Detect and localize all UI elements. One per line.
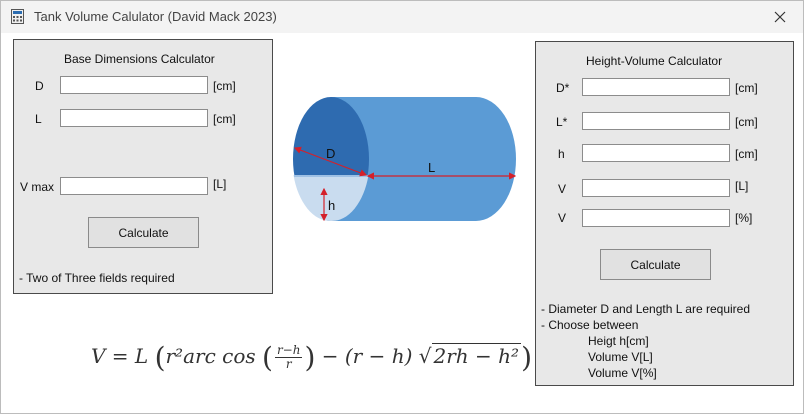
formula-paren-close: ) xyxy=(521,341,532,374)
height-volume-panel: Height-Volume Calculator D* [cm] L* [cm]… xyxy=(535,41,794,386)
base-vmax-unit: [L] xyxy=(213,177,227,191)
formula-frac-num: r−h xyxy=(274,343,303,358)
close-icon xyxy=(774,11,786,23)
base-l-label: L xyxy=(35,112,42,126)
base-note: - Two of Three fields required xyxy=(19,271,175,285)
formula-inner-paren-close: ) xyxy=(304,341,316,374)
base-panel-title: Base Dimensions Calculator xyxy=(64,52,215,66)
tank-diagram: D L h xyxy=(293,97,517,222)
formula-lhs: V = L xyxy=(91,344,149,368)
liquid-surface xyxy=(294,175,368,177)
diagram-label-h: h xyxy=(328,198,335,213)
diagram-label-l: L xyxy=(428,160,435,175)
hv-d-input[interactable] xyxy=(582,78,730,96)
hv-vl-unit: [L] xyxy=(735,179,749,193)
hv-calculate-button[interactable]: Calculate xyxy=(600,249,711,280)
hv-vl-input[interactable] xyxy=(582,179,730,197)
calculator-icon xyxy=(11,9,24,24)
base-dimensions-panel: Base Dimensions Calculator D [cm] L [cm]… xyxy=(13,39,273,294)
hv-vpct-input[interactable] xyxy=(582,209,730,227)
base-vmax-input[interactable] xyxy=(60,177,208,195)
formula-sqrt: √ 2rh − h² xyxy=(418,343,522,368)
hv-vpct-label: V xyxy=(558,211,567,225)
hv-note-volume-pct: Volume V[%] xyxy=(588,366,657,380)
base-calculate-button[interactable]: Calculate xyxy=(88,217,199,248)
volume-formula: V = L (r²arc cos (r−h r) − (r − h) √ 2rh −… xyxy=(91,341,532,374)
hv-l-label: L* xyxy=(556,115,568,129)
hv-note-required: - Diameter D and Length L are required xyxy=(541,302,751,316)
hv-note-volume-l: Volume V[L] xyxy=(588,350,653,364)
hv-h-label: h xyxy=(558,147,565,161)
base-l-input[interactable] xyxy=(60,109,208,127)
formula-frac-den: r xyxy=(285,357,292,371)
hv-d-unit: [cm] xyxy=(735,81,758,95)
hv-d-label: D* xyxy=(556,81,570,95)
hv-l-input[interactable] xyxy=(582,112,730,130)
base-d-label: D xyxy=(35,79,44,93)
base-d-input[interactable] xyxy=(60,76,208,94)
hv-vpct-unit: [%] xyxy=(735,211,753,225)
app-window: Tank Volume Calulator (David Mack 2023) … xyxy=(0,0,804,414)
hv-h-input[interactable] xyxy=(582,144,730,162)
formula-fraction: r−h r xyxy=(274,343,303,371)
formula-paren-open: ( xyxy=(154,341,166,374)
formula-term2: − (r − h) xyxy=(321,344,413,368)
hv-h-unit: [cm] xyxy=(735,147,758,161)
base-vmax-label: V max xyxy=(20,180,55,194)
title-bar: Tank Volume Calulator (David Mack 2023) xyxy=(1,1,803,33)
hv-vl-label: V xyxy=(558,182,567,196)
hv-note-height: Heigt h[cm] xyxy=(588,334,649,348)
formula-inner-paren-open: ( xyxy=(262,341,273,374)
hv-note-choose: - Choose between xyxy=(541,318,639,332)
base-l-unit: [cm] xyxy=(213,112,236,126)
hv-l-unit: [cm] xyxy=(735,115,758,129)
formula-term1: r²arc cos xyxy=(165,344,256,368)
diagram-label-d: D xyxy=(326,146,335,161)
base-d-unit: [cm] xyxy=(213,79,236,93)
close-button[interactable] xyxy=(757,1,803,33)
hv-panel-title: Height-Volume Calculator xyxy=(586,54,723,68)
window-title: Tank Volume Calulator (David Mack 2023) xyxy=(34,9,277,24)
formula-sqrt-body: 2rh − h² xyxy=(431,343,522,368)
